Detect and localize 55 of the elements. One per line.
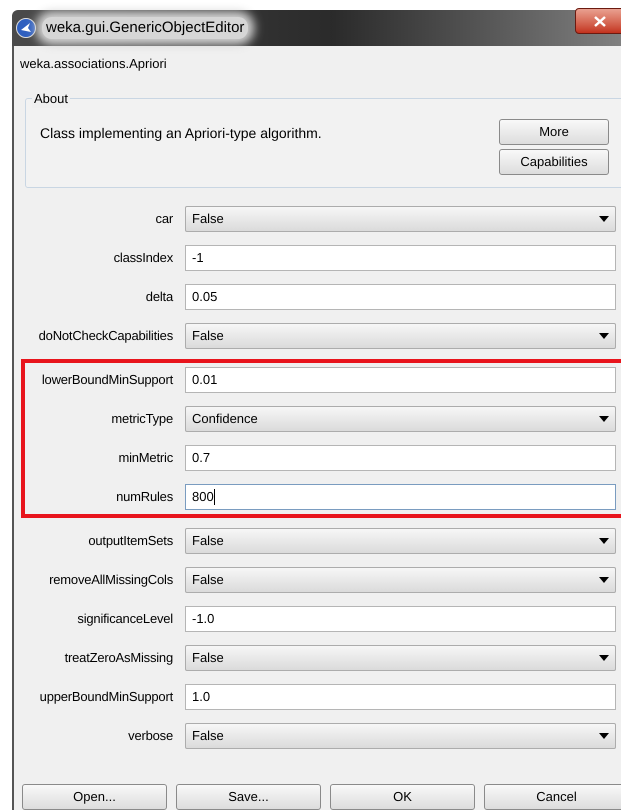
property-label: delta [146,288,173,306]
input-field[interactable]: 1.0 [185,684,616,710]
dropdown[interactable]: False [185,644,616,670]
window-title: weka.gui.GenericObjectEditor [42,16,248,40]
dropdown-value: False [192,726,224,745]
property-label: upperBoundMinSupport [40,688,173,706]
input-field[interactable]: 800 [185,484,616,510]
dropdown-arrow-icon [599,332,609,338]
property-label: treatZeroAsMissing [64,648,173,667]
text-cursor [214,488,215,504]
property-label: removeAllMissingCols [49,570,173,589]
dropdown-arrow-icon [599,732,609,738]
close-button[interactable] [575,8,621,34]
property-label: significanceLevel [77,610,173,628]
dropdown-value: False [192,532,224,550]
property-label: outputItemSets [88,532,173,550]
app-icon [16,18,36,38]
property-label: numRules [116,488,173,506]
dropdown-value: Confidence [192,410,258,428]
panel-button[interactable]: Capabilities [499,148,609,174]
dropdown[interactable]: False [185,528,616,554]
dropdown-arrow-icon [599,654,609,660]
close-icon [594,16,606,26]
input-field[interactable]: -1.0 [185,606,616,632]
property-label: car [156,210,173,228]
dialog-button[interactable]: Cancel [484,784,621,810]
input-field[interactable]: 0.01 [185,366,616,392]
dropdown[interactable]: False [185,322,616,348]
property-label: doNotCheckCapabilities [38,326,173,345]
dialog-button[interactable]: Save... [176,784,321,810]
dropdown[interactable]: False [185,206,616,232]
input-field[interactable]: -1 [185,244,616,270]
input-field[interactable]: 0.7 [185,444,616,470]
dropdown-value: False [192,648,224,667]
dropdown[interactable]: False [185,566,616,592]
dropdown-arrow-icon [599,216,609,222]
dropdown-value: False [192,210,224,228]
dialog-button[interactable]: Open... [22,784,167,810]
property-label: lowerBoundMinSupport [42,370,173,389]
dropdown-arrow-icon [599,576,609,582]
panel-button[interactable]: More [499,118,609,144]
dropdown[interactable]: False [185,722,616,748]
dropdown-arrow-icon [599,538,609,544]
dropdown-value: False [192,326,224,345]
property-label: verbose [128,726,173,745]
dropdown[interactable]: Confidence [185,406,616,432]
dropdown-arrow-icon [599,416,609,422]
property-label: metricType [111,410,173,428]
description-text: Class implementing an Apriori-type algorithm. [40,124,322,143]
class-name: weka.associations.Apriori [20,55,168,73]
property-label: classIndex [114,248,173,267]
dropdown-value: False [192,570,224,589]
input-field[interactable]: 0.05 [185,284,616,310]
property-label: minMetric [118,448,173,467]
dialog-button[interactable]: OK [330,784,475,810]
